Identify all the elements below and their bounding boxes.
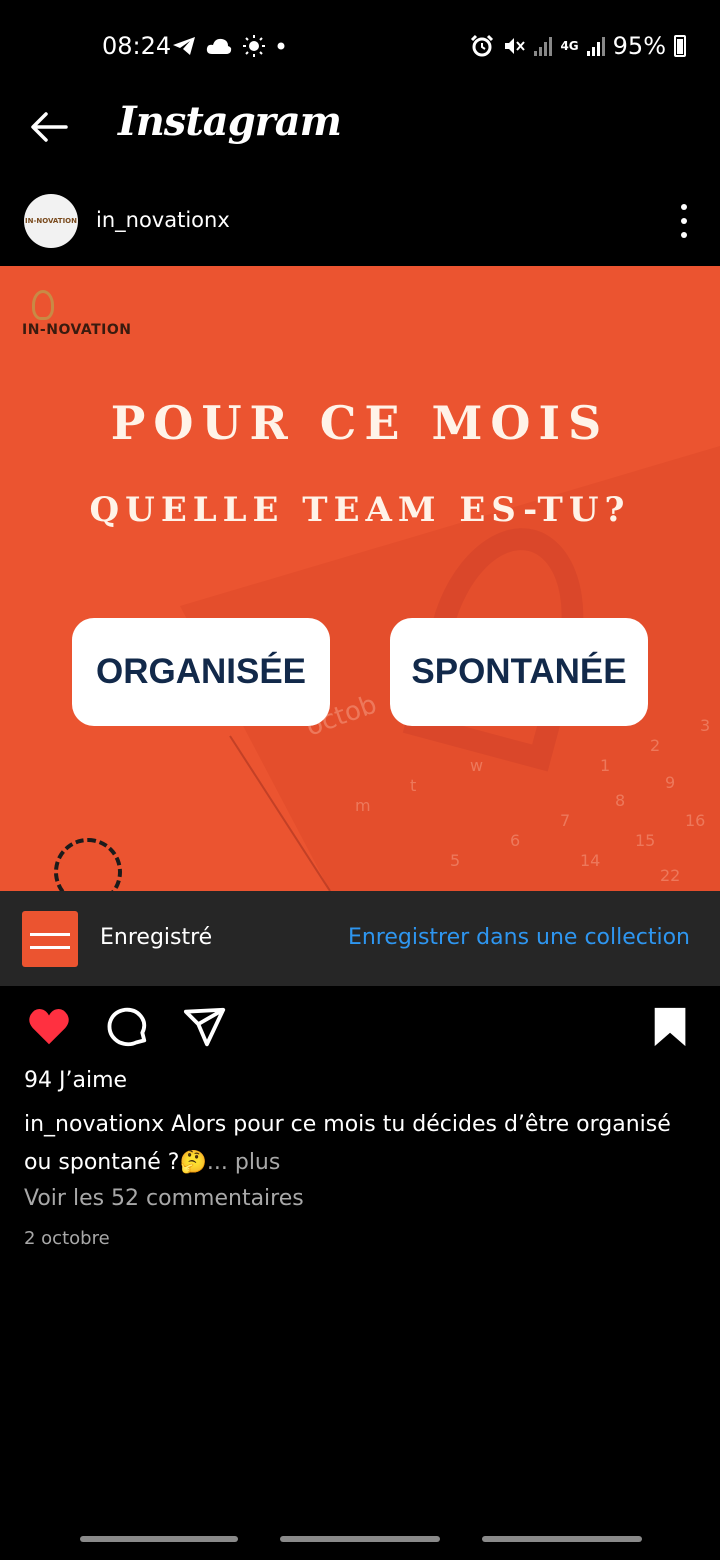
status-left-icons [172,34,286,58]
comment-icon[interactable] [104,1004,150,1050]
status-time: 08:24 [102,32,172,60]
telegram-icon [173,37,195,55]
more-options-icon[interactable] [674,204,694,238]
saved-label: Enregistré [100,925,213,950]
battery-percent: 95% [612,32,666,60]
heart-icon[interactable] [26,1004,72,1050]
bookmark-icon[interactable] [648,1004,694,1050]
svg-text:m: m [355,796,371,815]
network-type: 4G [560,39,579,53]
option-organisee: ORGANISÉE [72,618,330,726]
calendar-background: octob w 123 789 6 1516 5 1422 mt [180,446,720,891]
status-bar: 08:24 4G 95% [0,0,720,92]
svg-text:9: 9 [665,773,675,792]
post-caption: in_novationx Alors pour ce mois tu décid… [24,1106,696,1182]
headline-secondary: QUELLE TEAM ES-TU? [89,490,631,530]
svg-text:15: 15 [635,831,655,850]
svg-text:3: 3 [700,716,710,735]
svg-text:8: 8 [615,791,625,810]
mute-icon [505,38,526,54]
svg-text:w: w [470,756,483,775]
svg-text:5: 5 [450,851,460,870]
nav-back-button[interactable] [482,1536,642,1542]
like-count[interactable]: 94 J’aime [24,1068,127,1093]
svg-text:22: 22 [660,866,680,885]
post-date: 2 octobre [24,1228,110,1249]
status-right-icons: 4G 95% [470,32,686,60]
back-arrow-icon[interactable] [26,104,72,150]
post-image[interactable]: octob w123 789 6 15 16 5 14 22 mt IN-NOVATIO… [0,266,720,891]
logo-text: IN-NOVATION [22,322,132,338]
svg-text:2: 2 [650,736,660,755]
app-header: Instagram [0,92,720,164]
headline-primary: POUR CE MOIS [110,396,610,450]
signal-icon [534,36,553,56]
svg-text:16: 16 [685,811,705,830]
system-nav-bar [0,1536,720,1546]
avatar-logo: IN-NOVATION [25,217,77,225]
avatar[interactable]: IN-NOVATION [24,194,78,248]
post-header: IN-NOVATION in_novationx [0,190,720,252]
battery-icon [674,35,686,57]
svg-text:7: 7 [560,811,570,830]
notification-dot-icon [277,42,285,50]
svg-text:t: t [410,776,416,795]
svg-text:1: 1 [600,756,610,775]
signal-icon-2 [586,36,605,56]
caption-more-link[interactable]: ... plus [207,1150,280,1175]
svg-text:14: 14 [580,851,600,870]
post-actions [0,1000,720,1054]
caption-username[interactable]: in_novationx [24,1112,164,1137]
nav-recent-button[interactable] [80,1536,238,1542]
cloud-icon [206,38,232,54]
bulb-icon [32,290,54,320]
share-icon[interactable] [182,1004,228,1050]
post-username[interactable]: in_novationx [96,208,230,232]
view-comments-link[interactable]: Voir les 52 commentaires [24,1186,304,1211]
sun-icon [243,35,265,57]
app-title: Instagram [118,98,342,145]
saved-banner: Enregistré Enregistrer dans une collecti… [0,891,720,986]
brand-logo: IN-NOVATION [22,290,132,338]
nav-home-button[interactable] [280,1536,440,1542]
save-to-collection-link[interactable]: Enregistrer dans une collection [348,925,690,950]
option-spontanee: SPONTANÉE [390,618,648,726]
saved-thumbnail [22,911,78,967]
svg-text:6: 6 [510,831,520,850]
alarm-icon [471,34,494,57]
